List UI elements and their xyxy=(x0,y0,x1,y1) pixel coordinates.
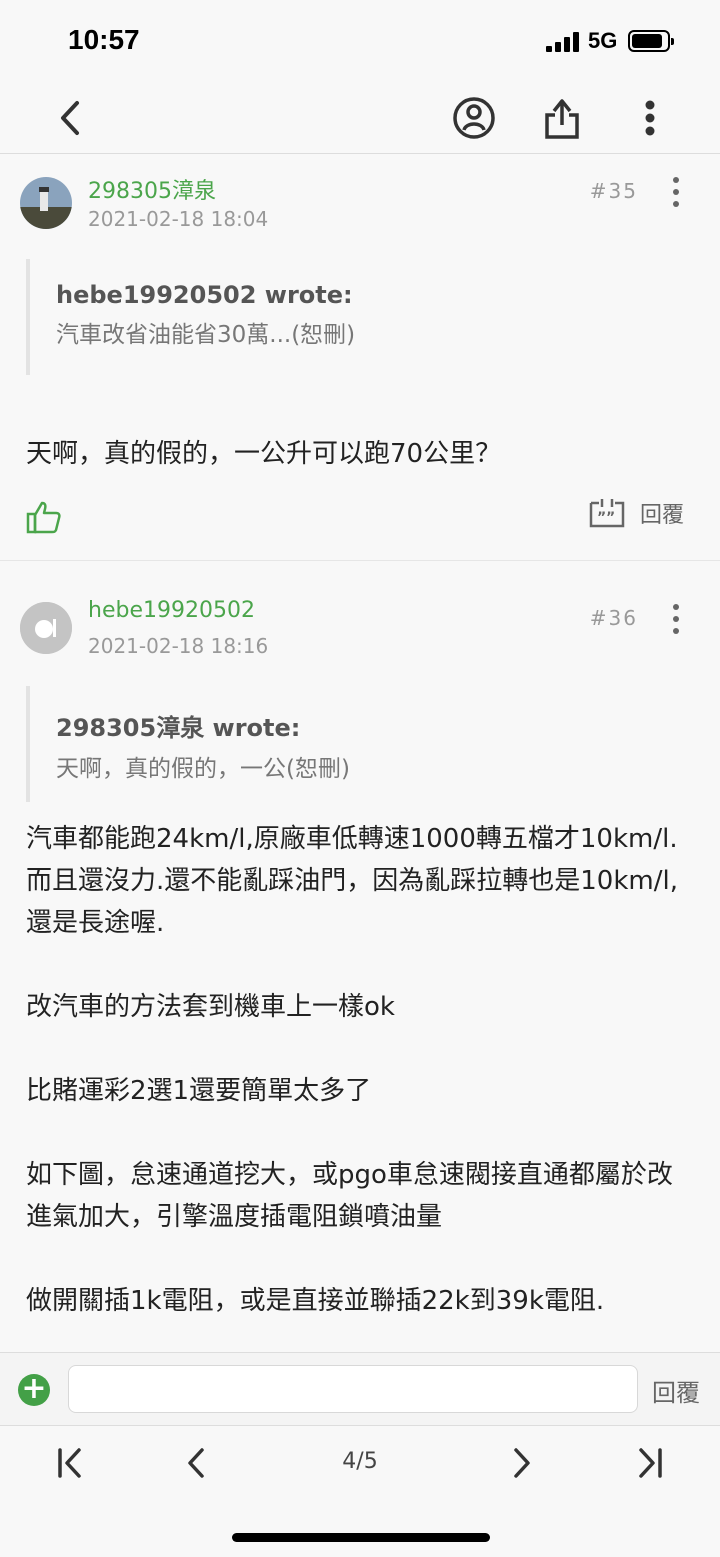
quote-reply-icon: ” ” xyxy=(589,499,625,528)
page: 10:57 5G 298305漳泉 2021-02-18 18:04 #35 h… xyxy=(0,0,720,1557)
status-bar: 10:57 5G xyxy=(0,0,720,82)
username[interactable]: 298305漳泉 xyxy=(88,173,216,205)
share-button[interactable] xyxy=(536,92,588,144)
top-navigation xyxy=(0,82,720,154)
first-page-icon xyxy=(58,1448,81,1478)
post-paragraph: 改汽車的方法套到機車上一樣ok xyxy=(26,992,395,1022)
floor-number: #36 xyxy=(589,606,638,630)
status-time: 10:57 xyxy=(68,24,140,55)
profile-button[interactable] xyxy=(448,92,500,144)
default-avatar-icon xyxy=(20,602,72,654)
dot-icon xyxy=(673,628,679,634)
send-reply-button[interactable]: 回覆 xyxy=(652,1373,700,1408)
chevron-left-icon xyxy=(61,101,79,135)
floor-number: #35 xyxy=(589,179,638,203)
last-page-button[interactable] xyxy=(628,1441,672,1485)
network-type: 5G xyxy=(588,28,618,53)
quote-text: 天啊，真的假的，一公(恕刪) xyxy=(56,756,350,782)
lighthouse-photo-icon xyxy=(20,177,72,229)
reply-input[interactable] xyxy=(68,1365,638,1413)
home-indicator[interactable] xyxy=(232,1533,490,1542)
post-content: 汽車都能跑24km/l,原廠車低轉速1000轉五檔才10km/l.而且還沒力.還… xyxy=(26,818,698,1364)
avatar[interactable] xyxy=(20,602,72,654)
quote-block: hebe19920502 wrote: 汽車改省油能省30萬...(恕刪) xyxy=(26,259,355,375)
previous-page-button[interactable] xyxy=(174,1441,218,1485)
post-paragraph: 天啊，真的假的，一公升可以跑70公里？ xyxy=(26,439,502,469)
plus-icon: + xyxy=(21,1371,47,1406)
post-paragraph: 如下圖，怠速通道挖大，或pgo車怠速閥接直通都屬於改進氣加大，引擎溫度插電阻鎖噴… xyxy=(26,1160,673,1232)
add-attachment-button[interactable]: + xyxy=(18,1374,50,1406)
pagination-bar: 4/5 xyxy=(0,1427,720,1497)
reply-label: 回覆 xyxy=(639,503,684,528)
post-menu-button[interactable] xyxy=(666,177,686,207)
reply-bar: + 回覆 xyxy=(0,1352,720,1426)
svg-text:”: ” xyxy=(597,510,606,526)
last-page-icon xyxy=(639,1448,662,1478)
post-datetime: 2021-02-18 18:04 xyxy=(88,207,269,231)
back-button[interactable] xyxy=(44,92,96,144)
dot-icon xyxy=(673,616,679,622)
chevron-left-icon xyxy=(188,1448,204,1478)
chevron-right-icon xyxy=(514,1448,530,1478)
post-36: hebe19920502 2021-02-18 18:16 #36 298305… xyxy=(0,562,720,1352)
signal-icon xyxy=(546,32,580,52)
post-paragraph: 比賭運彩2選1還要簡單太多了 xyxy=(26,1076,372,1106)
username[interactable]: hebe19920502 xyxy=(88,598,255,623)
more-options-button[interactable] xyxy=(624,92,676,144)
dot-icon xyxy=(673,201,679,207)
vertical-dots-icon xyxy=(645,100,655,136)
post-menu-button[interactable] xyxy=(666,604,686,634)
dot-icon xyxy=(673,177,679,183)
post-35: 298305漳泉 2021-02-18 18:04 #35 hebe199205… xyxy=(0,155,720,561)
first-page-button[interactable] xyxy=(48,1441,92,1485)
svg-text:”: ” xyxy=(606,510,615,526)
user-circle-icon xyxy=(453,97,495,139)
post-datetime: 2021-02-18 18:16 xyxy=(88,634,269,658)
post-paragraph: 汽車都能跑24km/l,原廠車低轉速1000轉五檔才10km/l.而且還沒力.還… xyxy=(26,824,678,938)
page-indicator[interactable]: 4/5 xyxy=(330,1449,390,1474)
reply-button[interactable]: ” ” 回覆 xyxy=(588,497,684,529)
quote-author: 298305漳泉 wrote: xyxy=(56,714,301,742)
battery-icon xyxy=(628,30,674,52)
next-page-button[interactable] xyxy=(500,1441,544,1485)
quote-text: 汽車改省油能省30萬...(恕刪) xyxy=(56,322,356,348)
quote-block: 298305漳泉 wrote: 天啊，真的假的，一公(恕刪) xyxy=(26,686,350,802)
share-icon xyxy=(545,99,579,139)
avatar[interactable] xyxy=(20,177,72,229)
like-button[interactable] xyxy=(26,499,62,535)
quote-author: hebe19920502 wrote: xyxy=(56,281,353,309)
dot-icon xyxy=(673,189,679,195)
dot-icon xyxy=(673,604,679,610)
thumbs-up-icon xyxy=(26,501,61,534)
post-paragraph: 做開關插1k電阻，或是直接並聯插22k到39k電阻. xyxy=(26,1286,605,1316)
